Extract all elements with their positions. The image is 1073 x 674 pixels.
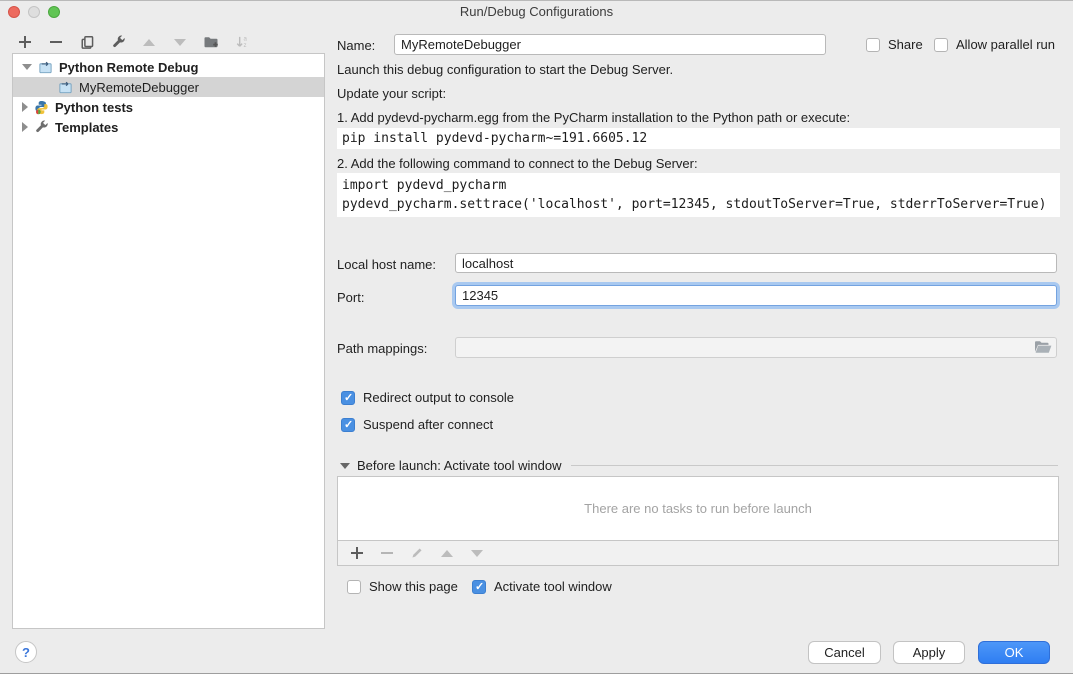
move-task-up-button[interactable] <box>438 544 456 562</box>
suspend-after-connect-label: Suspend after connect <box>363 417 493 432</box>
header-divider <box>571 465 1058 466</box>
copy-configuration-button[interactable] <box>78 33 96 51</box>
chevron-down-icon[interactable] <box>22 64 32 70</box>
run-config-icon <box>58 79 74 95</box>
tree-item-python-tests[interactable]: Python tests <box>13 97 324 117</box>
minus-icon <box>381 547 393 559</box>
window-title: Run/Debug Configurations <box>0 4 1073 19</box>
sort-configurations-button[interactable]: az <box>233 33 251 51</box>
wrench-icon <box>34 119 50 135</box>
python-tests-icon <box>34 99 50 115</box>
redirect-output-label: Redirect output to console <box>363 390 514 405</box>
sort-alpha-icon: az <box>235 35 250 50</box>
port-label: Port: <box>337 290 364 305</box>
activate-tool-window-checkbox[interactable] <box>472 580 486 594</box>
triangle-down-icon <box>174 39 186 46</box>
move-task-down-button[interactable] <box>468 544 486 562</box>
before-launch-header[interactable]: Before launch: Activate tool window <box>340 458 1058 473</box>
redirect-output-row[interactable]: Redirect output to console <box>341 390 514 405</box>
allow-parallel-run-checkbox[interactable] <box>934 38 948 52</box>
before-launch-title: Before launch: Activate tool window <box>357 458 562 473</box>
before-launch-toolbar <box>337 541 1059 566</box>
configurations-tree: Python Remote Debug MyRemoteDebugger Pyt… <box>12 53 325 629</box>
plus-icon <box>351 547 363 559</box>
share-label: Share <box>888 37 923 52</box>
tree-item-label: Python Remote Debug <box>59 60 198 75</box>
tree-item-label: MyRemoteDebugger <box>79 80 199 95</box>
titlebar: Run/Debug Configurations <box>0 1 1073 23</box>
before-launch-task-list[interactable]: There are no tasks to run before launch <box>337 476 1059 541</box>
move-down-button[interactable] <box>171 33 189 51</box>
pencil-icon <box>410 546 424 560</box>
activate-tool-window-row[interactable]: Activate tool window <box>472 579 612 594</box>
collapse-arrow-icon[interactable] <box>340 463 350 469</box>
allow-parallel-checkbox-row[interactable]: Allow parallel run <box>934 37 1055 52</box>
share-checkbox-row[interactable]: Share <box>866 37 923 52</box>
chevron-right-icon[interactable] <box>22 122 28 132</box>
allow-parallel-run-label: Allow parallel run <box>956 37 1055 52</box>
new-folder-button[interactable] <box>202 33 220 51</box>
browse-folder-button[interactable] <box>1034 340 1052 357</box>
add-task-button[interactable] <box>348 544 366 562</box>
edit-task-button[interactable] <box>408 544 426 562</box>
minus-icon <box>50 36 62 48</box>
run-debug-configurations-dialog: Run/Debug Configurations az Python Remot… <box>0 0 1073 674</box>
triangle-up-icon <box>143 39 155 46</box>
suspend-after-connect-checkbox[interactable] <box>341 418 355 432</box>
cancel-button[interactable]: Cancel <box>808 641 881 664</box>
path-mappings-label: Path mappings: <box>337 341 427 356</box>
show-this-page-checkbox[interactable] <box>347 580 361 594</box>
edit-templates-button[interactable] <box>109 33 127 51</box>
path-mappings-input[interactable] <box>455 337 1057 358</box>
description-line: Update your script: <box>337 86 446 101</box>
name-label: Name: <box>337 38 375 53</box>
triangle-up-icon <box>441 550 453 557</box>
activate-tool-window-label: Activate tool window <box>494 579 612 594</box>
wrench-icon <box>111 35 126 50</box>
local-host-name-label: Local host name: <box>337 257 436 272</box>
tree-item-myremotedebugger[interactable]: MyRemoteDebugger <box>13 77 324 97</box>
name-input[interactable] <box>394 34 826 55</box>
no-tasks-message: There are no tasks to run before launch <box>584 501 812 516</box>
tree-toolbar: az <box>16 33 251 51</box>
plus-icon <box>19 36 31 48</box>
port-input[interactable] <box>455 285 1057 306</box>
local-host-name-input[interactable] <box>455 253 1057 273</box>
open-folder-icon <box>1034 340 1052 354</box>
svg-text:z: z <box>243 42 246 49</box>
folder-plus-icon <box>203 34 219 50</box>
code-line: import pydevd_pycharm <box>342 176 1060 195</box>
share-checkbox[interactable] <box>866 38 880 52</box>
tree-item-label: Templates <box>55 120 118 135</box>
remove-configuration-button[interactable] <box>47 33 65 51</box>
remove-task-button[interactable] <box>378 544 396 562</box>
apply-button[interactable]: Apply <box>893 641 965 664</box>
triangle-down-icon <box>471 550 483 557</box>
show-this-page-label: Show this page <box>369 579 458 594</box>
chevron-right-icon[interactable] <box>22 102 28 112</box>
step2-text: 2. Add the following command to connect … <box>337 156 698 171</box>
suspend-after-connect-row[interactable]: Suspend after connect <box>341 417 493 432</box>
code-line: pydevd_pycharm.settrace('localhost', por… <box>342 195 1060 214</box>
help-button[interactable]: ? <box>15 641 37 663</box>
run-config-icon <box>38 59 54 75</box>
pip-install-command: pip install pydevd-pycharm~=191.6605.12 <box>337 128 1060 149</box>
redirect-output-checkbox[interactable] <box>341 391 355 405</box>
tree-item-label: Python tests <box>55 100 133 115</box>
ok-button[interactable]: OK <box>978 641 1050 664</box>
add-configuration-button[interactable] <box>16 33 34 51</box>
move-up-button[interactable] <box>140 33 158 51</box>
description-line: 1. Add pydevd-pycharm.egg from the PyCha… <box>337 110 850 125</box>
description-line: Launch this debug configuration to start… <box>337 62 673 77</box>
copy-icon <box>80 35 95 50</box>
tree-item-python-remote-debug[interactable]: Python Remote Debug <box>13 57 324 77</box>
settrace-code-block: import pydevd_pycharm pydevd_pycharm.set… <box>337 173 1060 217</box>
show-this-page-row[interactable]: Show this page <box>347 579 458 594</box>
tree-item-templates[interactable]: Templates <box>13 117 324 137</box>
question-mark-icon: ? <box>22 645 30 660</box>
